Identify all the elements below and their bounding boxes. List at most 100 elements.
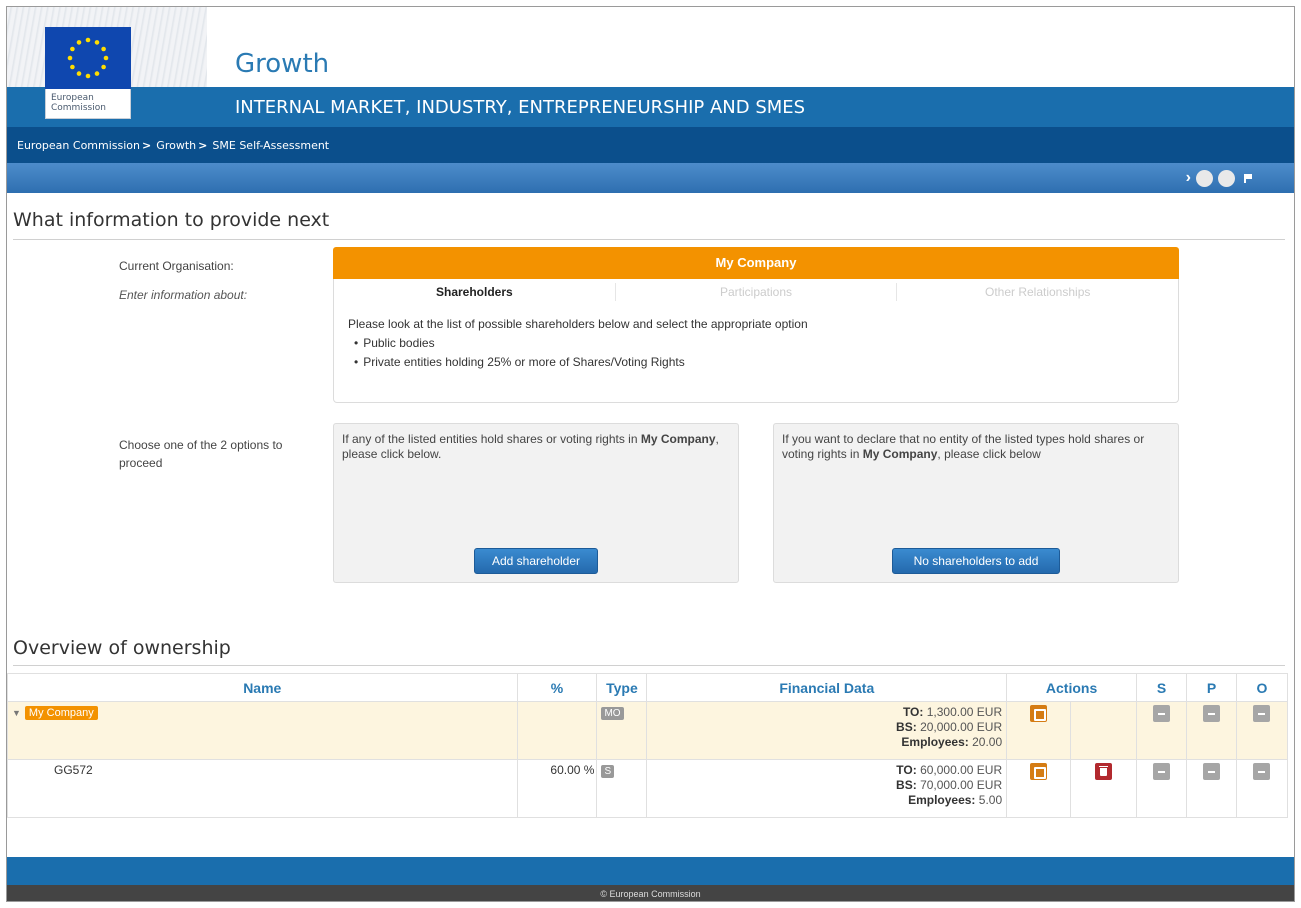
list-item: Public bodies (354, 334, 1178, 353)
cell-delete (1070, 759, 1138, 818)
cell-edit (1006, 701, 1072, 760)
section-title-next-info: What information to provide next (13, 209, 330, 231)
tab-content: Please look at the list of possible shar… (334, 305, 1178, 372)
cell-name: ▼ My Company (7, 701, 518, 760)
section-title-ownership: Overview of ownership (13, 637, 231, 659)
minus-icon[interactable] (1202, 763, 1220, 780)
col-s: S (1136, 673, 1187, 702)
col-name: Name (7, 673, 518, 702)
bs-label: BS: (896, 778, 917, 792)
circle-icon[interactable] (1218, 169, 1235, 187)
minus-icon[interactable] (1153, 705, 1171, 722)
col-percent: % (516, 673, 598, 702)
logo-line1: European (51, 93, 94, 103)
ownership-table: Name % Type Financial Data Actions S P O… (7, 673, 1289, 818)
delete-icon[interactable] (1095, 763, 1113, 780)
breadcrumb-separator: > (142, 139, 152, 152)
breadcrumb-item-sme-self-assessment: SME Self-Assessment (212, 139, 330, 152)
tab-other-relationships[interactable]: Other Relationships (897, 283, 1178, 301)
shareholder-name[interactable]: GG572 (54, 763, 93, 777)
flag-icon[interactable] (1244, 173, 1252, 183)
chevron-right-icon[interactable]: › (1186, 169, 1191, 187)
footer-copyright: © European Commission (7, 885, 1294, 901)
cell-financial: TO: 60,000.00 EUR BS: 70,000.00 EUR Empl… (646, 759, 1008, 818)
cell-o (1235, 701, 1289, 760)
section-divider (13, 239, 1285, 240)
breadcrumb-item-european-commission[interactable]: European Commission (17, 139, 140, 152)
cell-p (1186, 759, 1237, 818)
choose-option-label: Choose one of the 2 options to proceed (119, 438, 283, 470)
circle-icon[interactable] (1196, 169, 1213, 187)
toolbar-tools: › (1186, 169, 1252, 187)
page: European Commission Growth INTERNAL MARK… (6, 6, 1295, 902)
employees-label: Employees: (901, 735, 969, 749)
to-label: TO: (896, 763, 917, 777)
tab-shareholders[interactable]: Shareholders (334, 283, 616, 301)
cell-percent: 60.00 % (516, 759, 598, 818)
site-title[interactable]: Growth (235, 49, 329, 79)
breadcrumb: European Commission > Growth > SME Self-As… (7, 127, 1294, 163)
employees-value: 20.00 (972, 735, 1003, 749)
bs-label: BS: (896, 720, 917, 734)
col-o: O (1235, 673, 1289, 702)
no-shareholders-button[interactable]: No shareholders to add (892, 548, 1060, 574)
minus-icon[interactable] (1253, 705, 1271, 722)
employees-label: Employees: (908, 793, 976, 807)
logo-line2: Commission (51, 103, 106, 113)
minus-icon[interactable] (1202, 705, 1220, 722)
cell-type: S (596, 759, 648, 818)
employees-value: 5.00 (978, 793, 1003, 807)
cell-s (1136, 759, 1187, 818)
tabs: Shareholders Participations Other Relati… (334, 279, 1178, 305)
ec-logo[interactable]: European Commission (45, 27, 131, 119)
bs-value: 20,000.00 EUR (920, 720, 1003, 734)
minus-icon[interactable] (1253, 763, 1271, 780)
edit-icon[interactable] (1030, 705, 1048, 722)
current-org-label: Current Organisation: (119, 259, 234, 273)
option1-text: If any of the listed entities hold share… (342, 432, 641, 446)
option2-company: My Company (862, 447, 938, 461)
tool-bar: › (7, 163, 1294, 193)
option-add-shareholder-box: If any of the listed entities hold share… (333, 423, 739, 583)
expand-triangle-icon[interactable]: ▼ (12, 708, 21, 718)
instructions-text: Please look at the list of possible shar… (348, 317, 808, 331)
option2-text-end: , please click below (937, 447, 1041, 461)
breadcrumb-separator: > (198, 139, 208, 152)
enter-info-label: Enter information about: (119, 288, 248, 302)
option1-company: My Company (640, 432, 716, 446)
to-value: 60,000.00 EUR (920, 763, 1003, 777)
breadcrumb-item-growth[interactable]: Growth (156, 139, 196, 152)
table-header-row: Name % Type Financial Data Actions S P O (7, 673, 1289, 702)
cell-s (1136, 701, 1187, 760)
section-divider (13, 665, 1285, 666)
eu-flag-icon (45, 27, 131, 89)
cell-delete (1070, 701, 1138, 760)
logo-text: European Commission (45, 89, 131, 119)
cell-edit (1006, 759, 1072, 818)
tab-panel: Shareholders Participations Other Relati… (333, 279, 1179, 403)
shareholder-type-list: Public bodies Private entities holding 2… (348, 334, 1178, 372)
table-row: ▼ My Company MO TO: 1,300.00 EUR BS: 20,0… (7, 701, 1289, 760)
org-name-tag[interactable]: My Company (24, 706, 98, 720)
bs-value: 70,000.00 EUR (920, 778, 1003, 792)
edit-icon[interactable] (1030, 763, 1048, 780)
col-actions: Actions (1006, 673, 1138, 702)
minus-icon[interactable] (1153, 763, 1171, 780)
current-org-bar: My Company (333, 247, 1179, 279)
type-badge: S (601, 765, 615, 778)
add-shareholder-button[interactable]: Add shareholder (474, 548, 598, 574)
col-p: P (1186, 673, 1237, 702)
option-no-shareholders-box: If you want to declare that no entity of… (773, 423, 1179, 583)
site-subtitle: INTERNAL MARKET, INDUSTRY, ENTREPRENEURS… (235, 97, 806, 118)
cell-type: MO (596, 701, 648, 760)
col-type: Type (596, 673, 648, 702)
cell-name: GG572 (7, 759, 518, 818)
col-financial: Financial Data (646, 673, 1008, 702)
cell-percent (516, 701, 598, 760)
tab-participations[interactable]: Participations (616, 283, 898, 301)
cell-financial: TO: 1,300.00 EUR BS: 20,000.00 EUR Emplo… (646, 701, 1008, 760)
cell-p (1186, 701, 1237, 760)
type-badge: MO (601, 707, 624, 720)
cell-o (1235, 759, 1289, 818)
list-item: Private entities holding 25% or more of … (354, 353, 1178, 372)
